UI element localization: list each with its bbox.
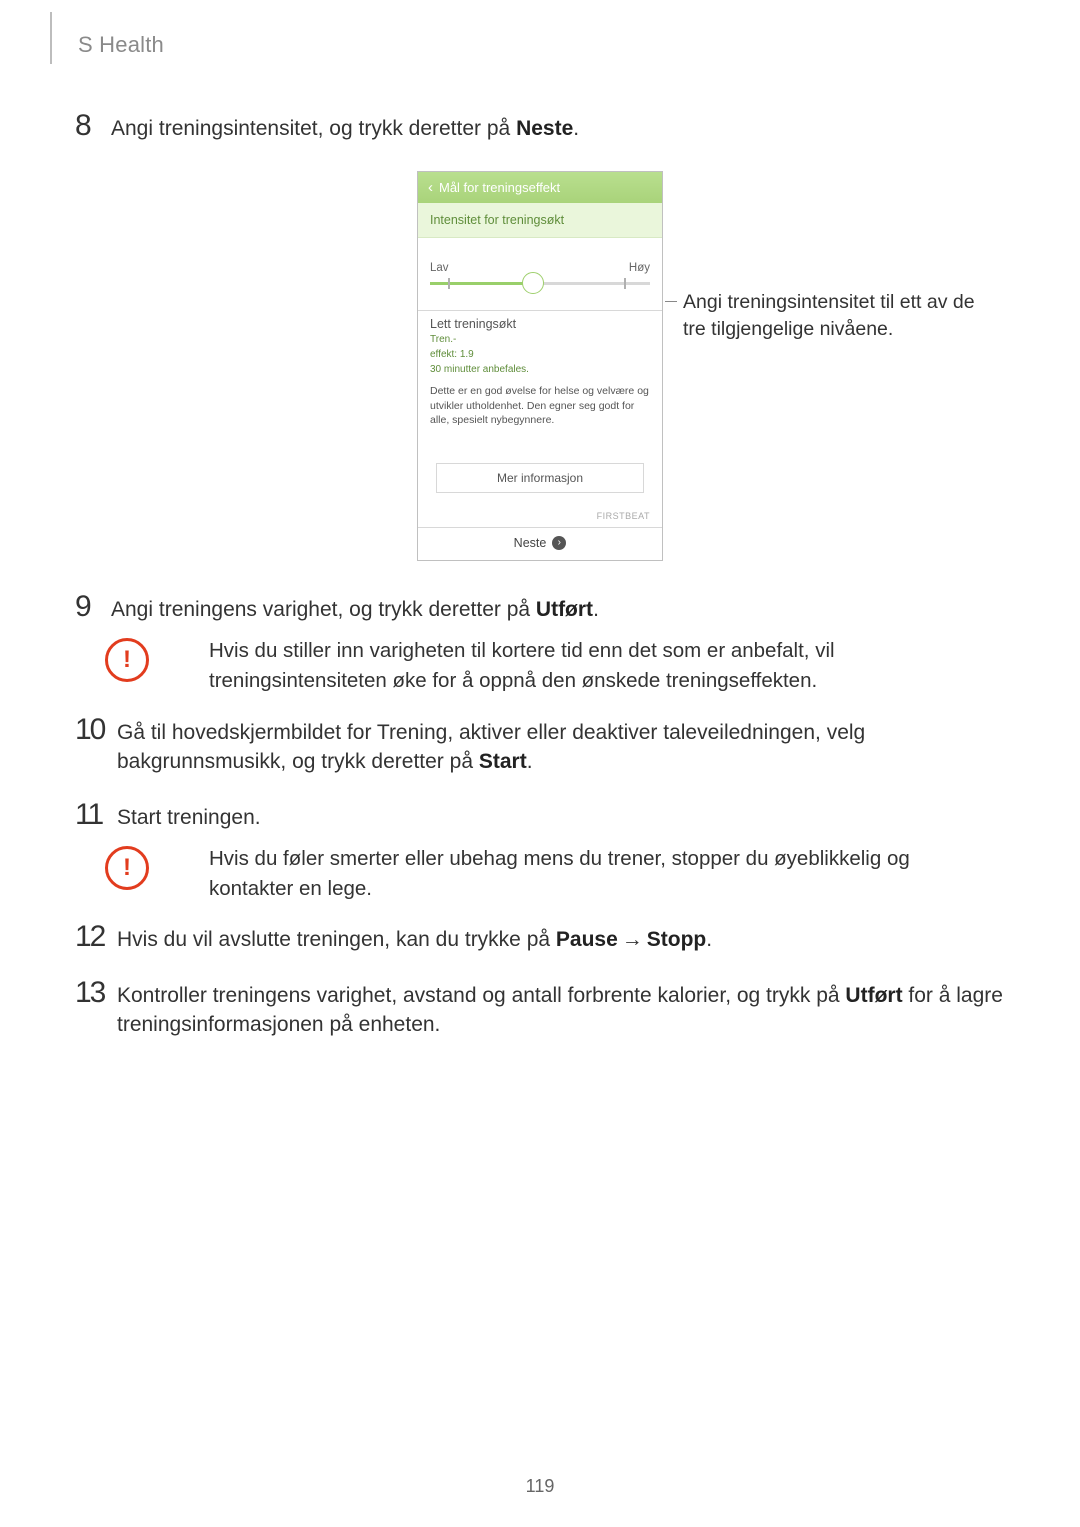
text: Angi treningens varighet, og trykk deret… bbox=[111, 598, 536, 621]
slider-low-label: Lav bbox=[430, 262, 449, 274]
step-text: Kontroller treningens varighet, avstand … bbox=[117, 977, 1005, 1040]
slider-high-label: Høy bbox=[629, 262, 650, 274]
text: . bbox=[593, 598, 599, 621]
step-number: 12 bbox=[75, 921, 111, 953]
slider-track bbox=[430, 282, 533, 285]
arrow-icon: → bbox=[622, 925, 643, 954]
page: S Health 8 Angi treningsintensitet, og t… bbox=[0, 0, 1080, 1527]
intensity-level-heading: Lett treningsøkt bbox=[418, 317, 662, 331]
caution-icon: ! bbox=[105, 846, 149, 890]
caution-text: Hvis du føler smerter eller ubehag mens … bbox=[159, 844, 1005, 903]
phone-header-title: Mål for treningseffekt bbox=[439, 180, 560, 195]
figure-annotation: Angi treningsintensitet til ett av de tr… bbox=[683, 289, 983, 342]
figure: ‹ Mål for treningseffekt Intensitet for … bbox=[75, 171, 1005, 561]
caution-text: Hvis du stiller inn varigheten til korte… bbox=[159, 636, 1005, 695]
caution-note: ! Hvis du føler smerter eller ubehag men… bbox=[75, 844, 1005, 903]
slider-track bbox=[533, 282, 650, 285]
slider-tick bbox=[624, 278, 626, 289]
text: . bbox=[573, 117, 579, 140]
step-text: Angi treningsintensitet, og trykk derett… bbox=[111, 110, 579, 143]
page-number: 119 bbox=[0, 1476, 1080, 1497]
effect-line: Tren.- bbox=[418, 331, 662, 346]
phone-header[interactable]: ‹ Mål for treningseffekt bbox=[418, 172, 662, 203]
step-number: 8 bbox=[75, 110, 105, 142]
bold: Stopp bbox=[647, 928, 706, 951]
bold: Start bbox=[479, 750, 527, 773]
step-text: Hvis du vil avslutte treningen, kan du t… bbox=[117, 921, 712, 954]
step-number: 13 bbox=[75, 977, 111, 1009]
bold: Neste bbox=[516, 117, 573, 140]
bold: Pause bbox=[556, 928, 618, 951]
slider-tick bbox=[448, 278, 450, 289]
bold: Utført bbox=[845, 984, 902, 1007]
caution-note: ! Hvis du stiller inn varigheten til kor… bbox=[75, 636, 1005, 695]
step-8: 8 Angi treningsintensitet, og trykk dere… bbox=[75, 110, 1005, 143]
effect-line: 30 minutter anbefales. bbox=[418, 361, 662, 376]
next-chevron-icon: › bbox=[552, 536, 566, 550]
text: Hvis du vil avslutte treningen, kan du t… bbox=[117, 928, 556, 951]
step-number: 11 bbox=[75, 799, 111, 831]
brand-label: FIRSTBEAT bbox=[418, 493, 662, 527]
step-text: Gå til hovedskjermbildet for Trening, ak… bbox=[117, 714, 1005, 777]
header-rule bbox=[50, 12, 52, 64]
text: Kontroller treningens varighet, avstand … bbox=[117, 984, 845, 1007]
step-13: 13 Kontroller treningens varighet, avsta… bbox=[75, 977, 1005, 1040]
step-number: 10 bbox=[75, 714, 111, 746]
intensity-slider[interactable]: Lav Høy bbox=[418, 238, 662, 300]
step-text: Start treningen. bbox=[117, 799, 261, 832]
step-11: 11 Start treningen. bbox=[75, 799, 1005, 832]
annotation-connector bbox=[665, 301, 677, 302]
step-text: Angi treningens varighet, og trykk deret… bbox=[111, 591, 599, 624]
step-12: 12 Hvis du vil avslutte treningen, kan d… bbox=[75, 921, 1005, 954]
phone-screenshot: ‹ Mål for treningseffekt Intensitet for … bbox=[417, 171, 663, 561]
header-title: S Health bbox=[78, 32, 164, 58]
step-number: 9 bbox=[75, 591, 105, 623]
divider bbox=[418, 310, 662, 311]
slider-thumb-icon[interactable] bbox=[522, 272, 544, 294]
more-info-button[interactable]: Mer informasjon bbox=[436, 463, 644, 493]
step-10: 10 Gå til hovedskjermbildet for Trening,… bbox=[75, 714, 1005, 777]
intensity-description: Dette er en god øvelse for helse og velv… bbox=[418, 376, 662, 427]
effect-line: effekt: 1.9 bbox=[418, 346, 662, 361]
text: . bbox=[706, 928, 712, 951]
next-button[interactable]: Neste › bbox=[418, 527, 662, 560]
next-label: Neste bbox=[514, 536, 547, 550]
text: . bbox=[527, 750, 533, 773]
bold: Utført bbox=[536, 598, 593, 621]
back-chevron-icon[interactable]: ‹ bbox=[428, 180, 433, 195]
step-9: 9 Angi treningens varighet, og trykk der… bbox=[75, 591, 1005, 624]
text: Angi treningsintensitet, og trykk derett… bbox=[111, 117, 516, 140]
phone-subheader: Intensitet for treningsøkt bbox=[418, 203, 662, 238]
caution-icon: ! bbox=[105, 638, 149, 682]
